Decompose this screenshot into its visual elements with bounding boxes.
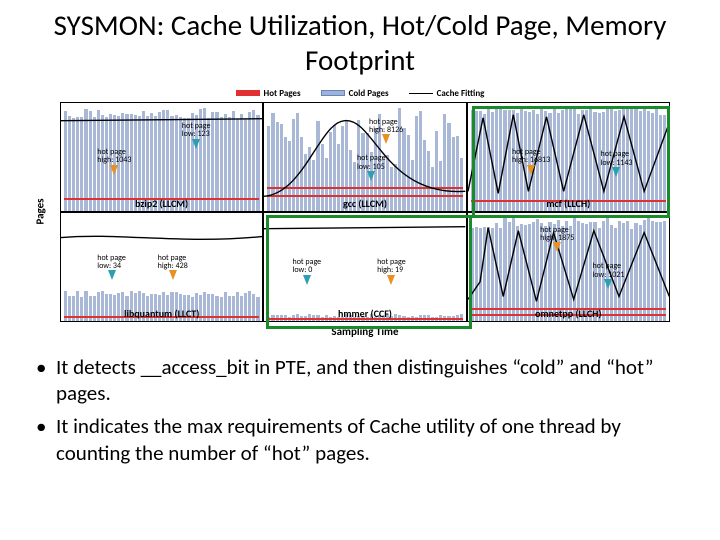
panel-mcf: 7/86/85/84/83/82/81/8hot pagehigh: 16813… xyxy=(467,102,670,212)
bullet-list: It detects __access_bit in PTE, and then… xyxy=(0,340,720,468)
legend-cold: Cold Pages xyxy=(321,88,389,99)
panel-omnetpp: 7/86/85/84/83/82/81/8hot pagehigh: 1875h… xyxy=(467,212,670,322)
legend: Hot Pages Cold Pages Cache Fitting xyxy=(20,88,700,99)
bullet-2: It indicates the max requirements of Cac… xyxy=(36,413,684,467)
bullet-1: It detects __access_bit in PTE, and then… xyxy=(36,354,684,408)
panel-hmmer: hot pagelow: 0hot pagehigh: 19hmmer (CCF… xyxy=(263,212,466,322)
figure: Hot Pages Cold Pages Cache Fitting Pages… xyxy=(20,88,700,340)
slide-title: SYSMON: Cache Utilization, Hot/Cold Page… xyxy=(0,0,720,84)
x-axis-label: Sampling Time xyxy=(60,322,670,340)
panel-gcc: hot pagehigh: 8126hot pagelow: 105gcc (L… xyxy=(263,102,466,212)
legend-hot: Hot Pages xyxy=(236,88,301,99)
legend-fit: Cache Fitting xyxy=(409,88,485,99)
panel-libquantum: 3.6E+42.7E+41.8E+49.0E+30.0E+0hot pagelo… xyxy=(60,212,263,322)
panel-bzip2: 2.0E+51.5E+51.0E+55.0E+40.0E+0hot pagehi… xyxy=(60,102,263,212)
y-axis-label: Pages xyxy=(20,102,60,322)
